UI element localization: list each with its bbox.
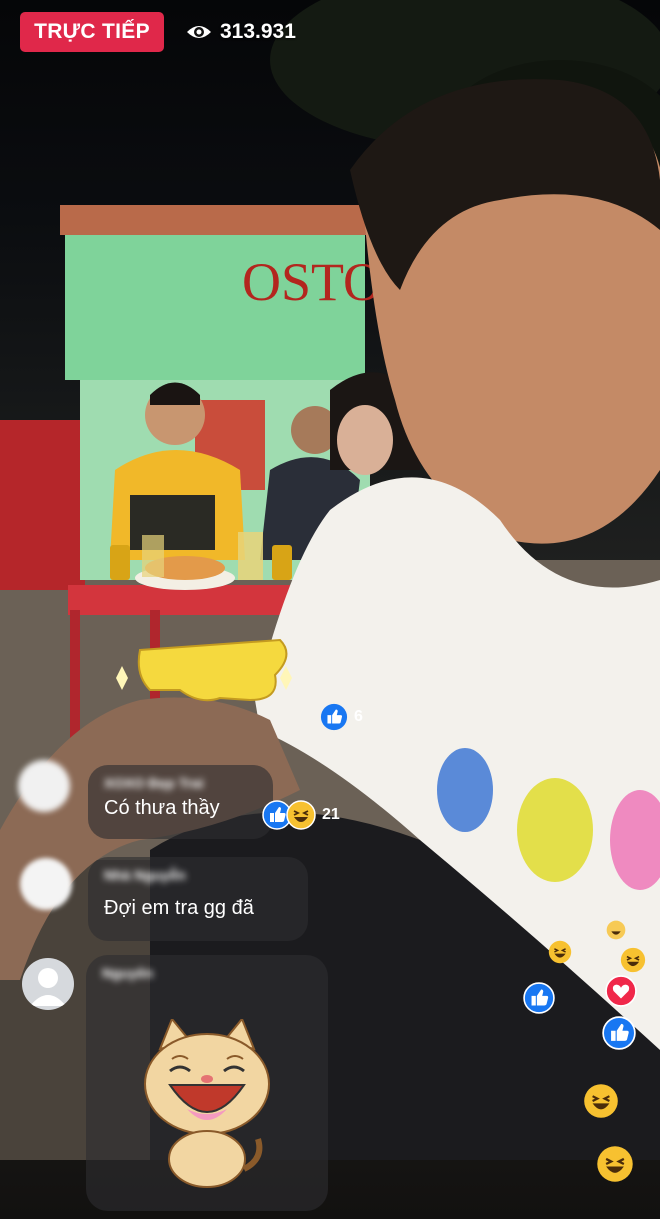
shirt-print (517, 778, 593, 882)
haha-icon (620, 947, 646, 973)
haha-icon (286, 800, 316, 830)
like-icon (320, 703, 348, 731)
drink-can (110, 545, 130, 580)
live-badge-label: TRỰC TIẾP (34, 20, 150, 43)
drink-glass (142, 535, 164, 577)
comment-bubble[interactable]: Nhà Nguyễn Đợi em tra gg đã (88, 857, 308, 941)
comment-reactions[interactable]: 21 (262, 800, 340, 830)
viewer-count-value: 313.931 (220, 20, 296, 43)
stream-like-counter[interactable]: 6 (320, 703, 363, 731)
comment-author[interactable]: XOXO Đẹp Trai (104, 775, 257, 791)
comment-text: Có thưa thầy (104, 797, 220, 819)
love-icon (605, 975, 637, 1007)
shop-roof (60, 205, 370, 235)
comment-reaction-count: 21 (322, 806, 340, 823)
drink-glass (238, 532, 263, 580)
eye-icon (187, 26, 211, 38)
avatar[interactable] (20, 858, 72, 910)
like-icon (602, 1016, 636, 1050)
comment-bubble[interactable]: Nguyên (86, 955, 328, 1211)
avatar[interactable] (22, 958, 74, 1010)
comment-bubble[interactable]: XOXO Đẹp Trai Có thưa thầy (88, 765, 273, 839)
comment-text: Đợi em tra gg đã (104, 897, 254, 919)
avatar[interactable] (18, 760, 70, 812)
shirt-print (437, 748, 493, 832)
haha-icon (584, 1084, 618, 1118)
drink-can (272, 545, 292, 580)
like-icon (523, 982, 555, 1014)
red-wall (0, 420, 85, 590)
comment-author[interactable]: Nhà Nguyễn (104, 867, 292, 883)
haha-icon (597, 1146, 633, 1182)
laughing-cat-sticker (144, 1019, 270, 1188)
haha-icon (606, 920, 626, 940)
stream-like-count: 6 (354, 708, 363, 725)
default-profile-icon (30, 968, 66, 1006)
live-badge: TRỰC TIẾP (20, 12, 164, 52)
comment-author[interactable]: Nguyên (102, 965, 312, 981)
haha-icon (548, 940, 572, 964)
viewer-count: 313.931 (186, 14, 296, 50)
